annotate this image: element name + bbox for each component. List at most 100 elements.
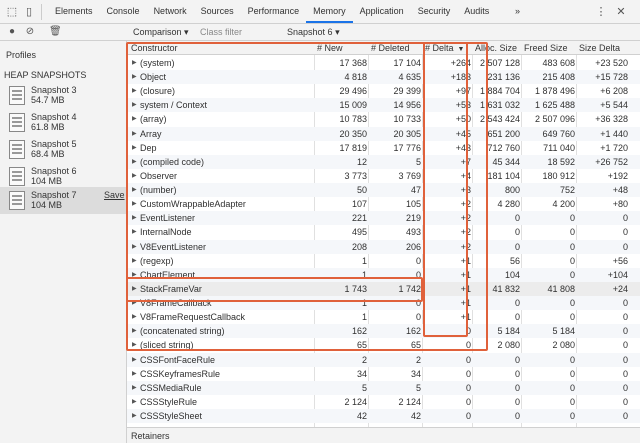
table-row[interactable]: ▶ CSSFontFaceRule 2 2 0 0 0 0 (127, 352, 640, 367)
expand-arrow-icon[interactable]: ▶ (132, 158, 137, 165)
snapshot-item[interactable]: Snapshot 5 68.4 MB (0, 136, 126, 163)
clear-icon[interactable]: ⊘ (24, 26, 36, 38)
tab-application[interactable]: Application (353, 0, 411, 23)
table-row[interactable]: ▶ Dep 17 819 17 776 +43 712 760 711 040 +1 720 (127, 141, 640, 155)
table-row[interactable]: ▶ V8FrameCallback 1 0 +1 0 0 0 (127, 296, 640, 311)
close-devtools-icon[interactable]: ✕ (614, 5, 628, 19)
expand-arrow-icon[interactable]: ▶ (132, 243, 137, 250)
expand-arrow-icon[interactable]: ▶ (132, 412, 137, 419)
table-row[interactable]: ▶ EventListener 221 219 +2 0 0 0 (127, 211, 640, 226)
more-options-icon[interactable]: ⋮ (594, 5, 608, 19)
tab-sources[interactable]: Sources (194, 0, 241, 23)
record-icon[interactable]: ● (6, 26, 18, 38)
view-select[interactable]: Comparison ▾ (133, 27, 189, 38)
class-filter-input[interactable]: Class filter (200, 27, 242, 37)
cell-freed-size: 0 (569, 213, 575, 224)
tab-security[interactable]: Security (411, 0, 458, 23)
tab-performance[interactable]: Performance (241, 0, 307, 23)
cell-constructor: (regexp) (140, 255, 174, 266)
column-header-deleted[interactable]: # Deleted (371, 43, 410, 53)
table-row[interactable]: ▶ InternalNode 495 493 +2 0 0 0 (127, 225, 640, 239)
expand-arrow-icon[interactable]: ▶ (132, 384, 137, 391)
table-row[interactable]: ▶ (closure) 29 496 29 399 +97 1 884 704 1 878 … (127, 84, 640, 98)
expand-arrow-icon[interactable]: ▶ (132, 200, 137, 207)
table-row[interactable]: ▶ (sliced string) 65 65 0 2 080 2 080 0 (127, 338, 640, 352)
expand-arrow-icon[interactable]: ▶ (132, 172, 137, 179)
table-row[interactable]: ▶ CustomWrappableAdapter 107 105 +2 4 280 4 20… (127, 197, 640, 211)
table-row[interactable]: ▶ (system) 17 368 17 104 +264 2 507 128 483 60… (127, 56, 640, 70)
retainers-panel[interactable]: Retainers (127, 427, 640, 443)
save-snapshot-link[interactable]: Save (104, 190, 125, 200)
cell-alloc-size: 712 760 (487, 142, 520, 153)
table-row[interactable]: ▶ (number) 50 47 +3 800 752 +48 (127, 183, 640, 198)
expand-arrow-icon[interactable]: ▶ (132, 370, 137, 377)
expand-arrow-icon[interactable]: ▶ (132, 285, 137, 292)
cell-freed-size: 180 912 (542, 170, 575, 181)
cell-constructor: StackFrameVar (140, 283, 202, 294)
cell-delta: +4 (460, 170, 471, 181)
column-header-new[interactable]: # New (317, 43, 343, 53)
base-snapshot-select[interactable]: Snapshot 6 ▾ (287, 27, 340, 38)
table-row[interactable]: ▶ (concatenated string) 162 162 0 5 184 5 184 0 (127, 324, 640, 339)
expand-arrow-icon[interactable]: ▶ (132, 327, 137, 334)
expand-arrow-icon[interactable]: ▶ (132, 186, 137, 193)
table-row[interactable]: ▶ V8FrameRequestCallback 1 0 +1 0 0 0 (127, 310, 640, 324)
cell-freed-size: 2 507 096 (534, 114, 575, 125)
table-row[interactable]: ▶ (regexp) 1 0 +1 56 0 +56 (127, 254, 640, 268)
column-header-constructor[interactable]: Constructor (131, 43, 178, 53)
snapshot-item[interactable]: Snapshot 7 104 MB Save (0, 187, 126, 214)
tab-console[interactable]: Console (100, 0, 147, 23)
column-header-delta[interactable]: # Delta ▼ (425, 43, 464, 53)
table-row[interactable]: ▶ CSSKeyframesRule 34 34 0 0 0 0 (127, 367, 640, 381)
expand-arrow-icon[interactable]: ▶ (132, 73, 137, 80)
expand-arrow-icon[interactable]: ▶ (132, 341, 137, 348)
expand-arrow-icon[interactable]: ▶ (132, 228, 137, 235)
tab-network[interactable]: Network (147, 0, 194, 23)
cell-size-delta: 0 (622, 298, 628, 309)
column-header-freed-size[interactable]: Freed Size (524, 43, 568, 53)
table-row[interactable]: ▶ (compiled code) 12 5 +7 45 344 18 592 +26 752 (127, 154, 640, 169)
expand-arrow-icon[interactable]: ▶ (132, 130, 137, 137)
table-row[interactable]: ▶ (array) 10 783 10 733 +50 2 543 424 2 507 09… (127, 112, 640, 126)
table-row[interactable]: ▶ StackFrameVar 1 743 1 742 +1 41 832 41 808 +2… (127, 281, 640, 296)
tab-audits[interactable]: Audits (457, 0, 496, 23)
expand-arrow-icon[interactable]: ▶ (132, 356, 137, 363)
expand-arrow-icon[interactable]: ▶ (132, 115, 137, 122)
tab-memory[interactable]: Memory (306, 0, 353, 23)
column-header-size-delta[interactable]: Size Delta (579, 43, 620, 53)
expand-arrow-icon[interactable]: ▶ (132, 87, 137, 94)
expand-arrow-icon[interactable]: ▶ (132, 214, 137, 221)
expand-arrow-icon[interactable]: ▶ (132, 144, 137, 151)
table-row[interactable]: ▶ Observer 3 773 3 769 +4 181 104 180 912 +192 (127, 169, 640, 183)
table-row[interactable]: ▶ CSSStyleSheet 42 42 0 0 0 0 (127, 409, 640, 424)
expand-arrow-icon[interactable]: ▶ (132, 59, 137, 66)
expand-arrow-icon[interactable]: ▶ (132, 398, 137, 405)
table-row[interactable]: ▶ CSSStyleRule 2 124 2 124 0 0 0 0 (127, 395, 640, 409)
table-row[interactable]: ▶ CSSMediaRule 5 5 0 0 0 0 (127, 380, 640, 395)
inspect-element-icon[interactable]: ⬚ (5, 5, 19, 19)
expand-arrow-icon[interactable]: ▶ (132, 101, 137, 108)
snapshot-item[interactable]: Snapshot 3 54.7 MB (0, 82, 126, 109)
cell-constructor: Array (140, 128, 162, 139)
expand-arrow-icon[interactable]: ▶ (132, 257, 137, 264)
snapshot-item[interactable]: Snapshot 6 104 MB (0, 163, 126, 190)
tab-elements[interactable]: Elements (48, 0, 100, 23)
cell-delta: +2 (460, 241, 471, 252)
table-row[interactable]: ▶ Array 20 350 20 305 +45 651 200 649 760 +1 44… (127, 126, 640, 141)
expand-arrow-icon[interactable]: ▶ (132, 299, 137, 306)
sort-descending-icon: ▼ (457, 46, 465, 53)
table-row[interactable]: ▶ system / Context 15 009 14 956 +53 1 631 03… (127, 98, 640, 113)
cell-size-delta: 0 (622, 411, 628, 421)
column-header-alloc-size[interactable]: Alloc. Size (475, 43, 517, 53)
cell-delta: +183 (450, 72, 471, 83)
expand-arrow-icon[interactable]: ▶ (132, 271, 137, 278)
snapshot-item[interactable]: Snapshot 4 61.8 MB (0, 109, 126, 136)
table-row[interactable]: ▶ V8EventListener 208 206 +2 0 0 0 (127, 239, 640, 254)
device-toolbar-icon[interactable]: ▯ (22, 5, 36, 19)
more-tabs-button[interactable]: » (508, 0, 527, 23)
table-row[interactable]: ▶ Object 4 818 4 635 +183 231 136 215 408 +15 7… (127, 70, 640, 85)
expand-arrow-icon[interactable]: ▶ (132, 313, 137, 320)
trash-icon[interactable]: 🗑 (49, 26, 62, 38)
table-row[interactable]: ▶ ChartElement 1 0 +1 104 0 +104 (127, 267, 640, 282)
cell-delta: 0 (465, 396, 471, 407)
